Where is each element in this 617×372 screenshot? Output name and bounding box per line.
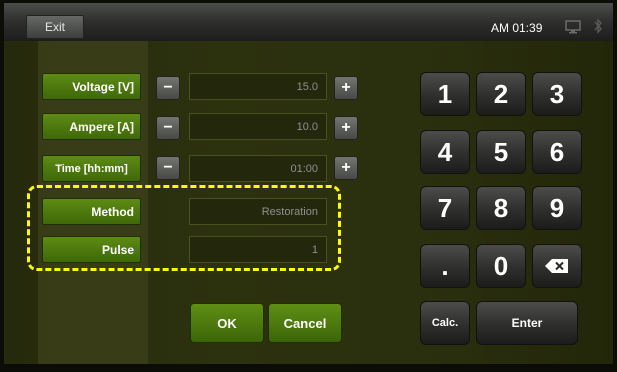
time-decrease-button[interactable]: − bbox=[156, 156, 180, 180]
key-2[interactable]: 2 bbox=[476, 72, 526, 116]
bottom-edge bbox=[4, 364, 613, 368]
bluetooth-icon bbox=[593, 18, 603, 39]
key-3[interactable]: 3 bbox=[532, 72, 582, 116]
time-label: Time [hh:mm] bbox=[42, 155, 141, 182]
voltage-decrease-button[interactable]: − bbox=[156, 76, 180, 100]
key-8[interactable]: 8 bbox=[476, 186, 526, 230]
ampere-label: Ampere [A] bbox=[42, 113, 141, 140]
key-7[interactable]: 7 bbox=[420, 186, 470, 230]
calc-button[interactable]: Calc. bbox=[420, 301, 470, 345]
highlight-box bbox=[27, 185, 341, 271]
key-9[interactable]: 9 bbox=[532, 186, 582, 230]
clock-display: AM 01:39 bbox=[491, 21, 543, 35]
top-bar: Exit AM 01:39 bbox=[4, 3, 613, 41]
time-field[interactable]: 01:00 bbox=[189, 155, 327, 182]
key-5[interactable]: 5 bbox=[476, 130, 526, 174]
ampere-field[interactable]: 10.0 bbox=[189, 113, 327, 140]
exit-button[interactable]: Exit bbox=[26, 15, 84, 39]
key-6[interactable]: 6 bbox=[532, 130, 582, 174]
key-1[interactable]: 1 bbox=[420, 72, 470, 116]
cancel-button[interactable]: Cancel bbox=[268, 303, 342, 343]
ok-button[interactable]: OK bbox=[190, 303, 264, 343]
voltage-label: Voltage [V] bbox=[42, 73, 141, 100]
monitor-icon bbox=[565, 20, 581, 39]
key-decimal[interactable]: . bbox=[420, 244, 470, 288]
key-4[interactable]: 4 bbox=[420, 130, 470, 174]
ampere-decrease-button[interactable]: − bbox=[156, 116, 180, 140]
voltage-increase-button[interactable]: + bbox=[334, 76, 358, 100]
backspace-button[interactable] bbox=[532, 244, 582, 288]
key-0[interactable]: 0 bbox=[476, 244, 526, 288]
enter-button[interactable]: Enter bbox=[476, 301, 578, 345]
voltage-field[interactable]: 15.0 bbox=[189, 73, 327, 100]
time-increase-button[interactable]: + bbox=[334, 156, 358, 180]
ampere-increase-button[interactable]: + bbox=[334, 116, 358, 140]
backspace-icon bbox=[545, 259, 568, 273]
